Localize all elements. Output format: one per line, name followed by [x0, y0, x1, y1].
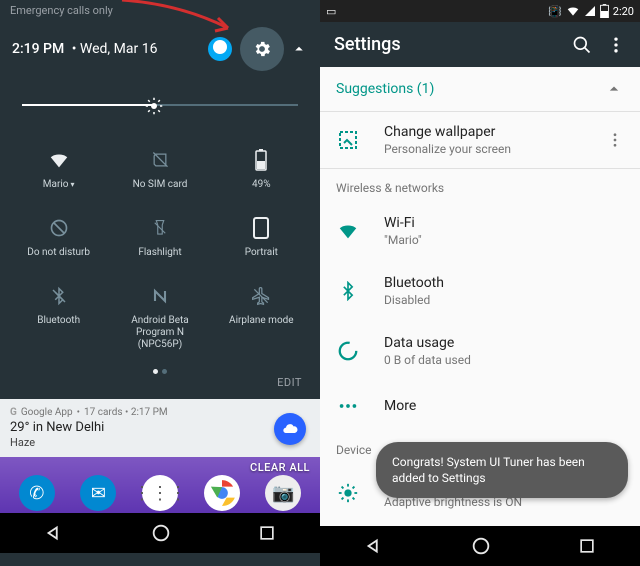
item-title: Change wallpaper — [384, 124, 606, 140]
tile-battery[interactable]: 49% — [211, 139, 312, 201]
status-bar: ▭ 📳 2:20 — [320, 0, 640, 22]
screenshot-icon: ▭ — [326, 5, 336, 18]
home-preview: CLEAR ALL ✆ ✉ ⋮⋮⋮ 📷 — [0, 457, 320, 513]
vibrate-icon: 📳 — [548, 5, 562, 18]
app-bar: Settings — [320, 22, 640, 67]
suggestions-title: Suggestions (1) — [336, 81, 604, 97]
back-button[interactable] — [363, 535, 385, 557]
cell-status-icon — [584, 5, 596, 17]
suggestion-wallpaper[interactable]: Change wallpaper Personalize your screen — [320, 112, 640, 169]
item-wifi[interactable]: Wi-Fi "Mario" — [320, 201, 640, 261]
tile-flashlight[interactable]: Flashlight — [109, 207, 210, 269]
recents-button[interactable] — [577, 536, 597, 556]
user-avatar[interactable] — [208, 37, 232, 61]
gear-icon — [252, 39, 272, 59]
item-subtitle: Personalize your screen — [384, 142, 606, 156]
back-button[interactable] — [43, 522, 65, 544]
battery-status-icon — [600, 4, 609, 18]
wifi-icon — [48, 149, 70, 171]
battery-icon — [250, 149, 272, 171]
chrome-app-icon[interactable] — [204, 475, 240, 511]
item-data-usage[interactable]: Data usage 0 B of data used — [320, 321, 640, 381]
wifi-status-icon — [566, 4, 580, 18]
suggestions-header[interactable]: Suggestions (1) — [320, 67, 640, 112]
toast-message: Congrats! System UI Tuner has been added… — [376, 442, 628, 498]
settings-button[interactable] — [240, 27, 284, 71]
cloud-icon — [282, 421, 298, 437]
item-more[interactable]: More — [320, 381, 640, 431]
settings-screen: ▭ 📳 2:20 Settings Suggestions (1) Change… — [320, 0, 640, 566]
bluetooth-icon — [48, 285, 70, 307]
brightness-slider[interactable] — [22, 95, 298, 115]
tile-dnd[interactable]: Do not disturb — [8, 207, 109, 269]
notif-line2: Haze — [10, 436, 310, 449]
notif-app-name: Google App — [21, 407, 73, 418]
google-g-icon: G — [10, 407, 17, 418]
navigation-bar — [320, 526, 640, 566]
no-sim-icon — [149, 149, 171, 171]
app-drawer-icon[interactable]: ⋮⋮⋮ — [142, 475, 178, 511]
tile-sim[interactable]: No SIM card — [109, 139, 210, 201]
notif-meta: 17 cards • 2:17 PM — [84, 407, 168, 418]
item-bluetooth[interactable]: Bluetooth Disabled — [320, 261, 640, 321]
more-icon — [336, 395, 360, 417]
home-button[interactable] — [470, 535, 492, 557]
page-indicator — [0, 369, 320, 374]
tile-airplane[interactable]: Airplane mode — [211, 275, 312, 361]
overflow-menu-icon[interactable] — [606, 35, 626, 55]
chevron-down-icon: ▾ — [71, 180, 75, 189]
clock-date[interactable]: • Wed, Mar 16 — [68, 41, 157, 57]
chevron-up-icon — [604, 79, 624, 99]
messages-app-icon[interactable]: ✉ — [80, 475, 116, 511]
weather-fab[interactable] — [274, 413, 306, 445]
portrait-icon — [250, 217, 272, 239]
notif-line1: 29° in New Delhi — [10, 420, 310, 435]
home-button[interactable] — [150, 522, 172, 544]
navigation-bar — [0, 513, 320, 553]
dnd-icon — [48, 217, 70, 239]
section-wireless-title: Wireless & networks — [320, 169, 640, 201]
bluetooth-icon — [336, 281, 360, 301]
tile-rotation[interactable]: Portrait — [211, 207, 312, 269]
wifi-icon — [336, 220, 360, 242]
chevron-up-icon[interactable] — [290, 40, 308, 58]
search-icon[interactable] — [572, 35, 592, 55]
qs-tile-grid: Mario▾ No SIM card 49% Do not disturb Fl… — [0, 133, 320, 365]
camera-app-icon[interactable]: 📷 — [265, 475, 301, 511]
clock-time[interactable]: 2:19 PM — [12, 41, 64, 57]
flashlight-icon — [149, 217, 171, 239]
android-n-icon — [149, 285, 171, 307]
page-title: Settings — [334, 34, 558, 55]
tile-wifi[interactable]: Mario▾ — [8, 139, 109, 201]
display-icon — [336, 482, 360, 504]
qs-header: 2:19 PM • Wed, Mar 16 — [0, 19, 320, 81]
edit-button[interactable]: EDIT — [0, 376, 320, 399]
wallpaper-icon — [336, 128, 360, 152]
recents-button[interactable] — [257, 523, 277, 543]
status-time: 2:20 — [613, 5, 634, 18]
brightness-icon — [145, 97, 163, 115]
airplane-icon — [250, 285, 272, 307]
tile-android-beta[interactable]: Android Beta Program N (NPC56P) — [109, 275, 210, 361]
status-text: Emergency calls only — [0, 0, 320, 19]
tile-bluetooth[interactable]: Bluetooth — [8, 275, 109, 361]
phone-app-icon[interactable]: ✆ — [19, 475, 55, 511]
quick-settings-screen: Emergency calls only 2:19 PM • Wed, Mar … — [0, 0, 320, 566]
notification-card[interactable]: G Google App • 17 cards • 2:17 PM 29° in… — [0, 399, 320, 457]
item-overflow-icon[interactable] — [606, 131, 624, 149]
data-usage-icon — [336, 340, 360, 362]
